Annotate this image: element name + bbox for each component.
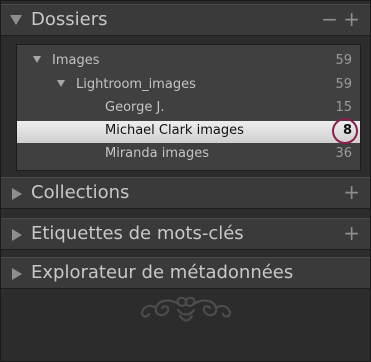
folder-name: Images [52,53,100,68]
folder-tree: Images 59 Lightroom_images 59 George J. … [16,44,361,171]
keywords-title: Etiquettes de mots-clés [31,223,244,244]
dossiers-title: Dossiers [31,9,108,30]
remove-folder-button[interactable]: − [321,7,338,31]
metadata-browser-header[interactable]: Explorateur de métadonnées [1,257,370,289]
disclosure-down-icon[interactable] [33,56,41,63]
keywords-header[interactable]: Etiquettes de mots-clés + [1,218,370,250]
triangle-right-icon[interactable] [12,188,22,200]
folder-count: 59 [335,53,352,68]
flourish-ornament [1,294,370,332]
flourish-ornament-svg [140,296,231,322]
add-folder-button[interactable]: + [343,7,360,31]
folder-row-michael-clark-images[interactable]: Michael Clark images 8 [17,118,360,144]
left-panel: Dossiers − + Images 59 Lightroom_images … [0,0,371,362]
collections-header[interactable]: Collections + [1,177,370,209]
folder-row-lightroom-images[interactable]: Lightroom_images 59 [17,75,360,97]
folder-name: George J. [105,100,165,115]
folder-count: 36 [335,146,352,161]
folder-row-images[interactable]: Images 59 [17,51,360,73]
folder-name: Miranda images [105,146,209,161]
folder-count: 15 [335,100,352,115]
folder-row-george-j[interactable]: George J. 15 [17,98,360,120]
add-keyword-button[interactable]: + [343,221,360,245]
dossiers-header[interactable]: Dossiers − + [1,4,370,36]
triangle-right-icon[interactable] [12,268,22,280]
highlight-circle [332,118,358,144]
folder-count: 59 [335,77,352,92]
metadata-browser-title: Explorateur de métadonnées [31,262,294,283]
triangle-right-icon[interactable] [12,229,22,241]
triangle-down-icon[interactable] [10,15,22,25]
disclosure-down-icon[interactable] [57,80,65,87]
folder-name: Michael Clark images [105,123,244,138]
collections-title: Collections [31,182,130,203]
folder-row-miranda-images[interactable]: Miranda images 36 [17,144,360,166]
add-collection-button[interactable]: + [343,180,360,204]
folder-name: Lightroom_images [76,77,196,92]
